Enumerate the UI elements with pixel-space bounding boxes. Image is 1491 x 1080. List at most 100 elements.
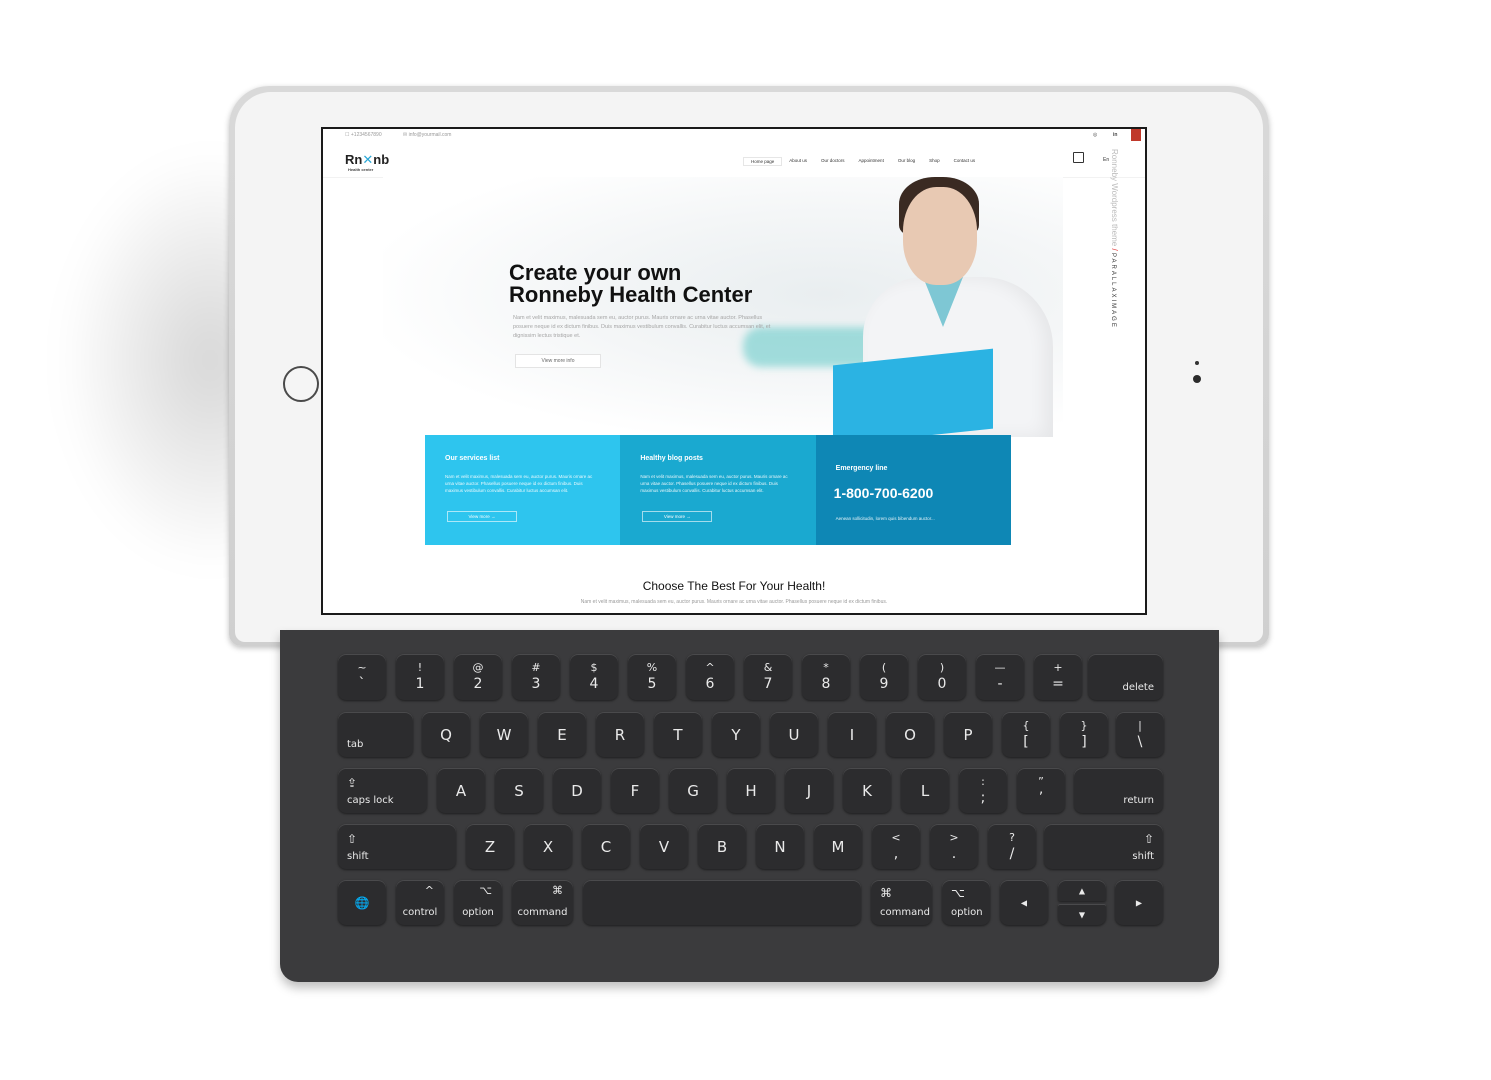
key-letter: H bbox=[745, 781, 757, 800]
key-letter: Y bbox=[731, 725, 741, 744]
dribbble-icon[interactable]: ◎ bbox=[1093, 132, 1097, 138]
key-z[interactable]: Z bbox=[466, 824, 514, 869]
key-n[interactable]: N bbox=[756, 824, 804, 869]
hero-description: Nam et velit maximus, malesuada sem eu, … bbox=[513, 315, 771, 339]
key-v[interactable]: V bbox=[640, 824, 688, 869]
key-k[interactable]: K bbox=[843, 768, 891, 813]
key-t[interactable]: T bbox=[654, 712, 702, 757]
key-s[interactable]: S bbox=[495, 768, 543, 813]
key-b[interactable]: B bbox=[698, 824, 746, 869]
key-close-bracket[interactable]: }] bbox=[1060, 712, 1108, 757]
site-logo[interactable]: Rn✕nb bbox=[345, 152, 389, 168]
key-arrow-down[interactable]: ▼ bbox=[1058, 904, 1106, 925]
nav-item-shop[interactable]: Shop bbox=[922, 157, 947, 166]
key-delete[interactable]: delete bbox=[1088, 654, 1163, 700]
key-open-bracket[interactable]: {[ bbox=[1002, 712, 1050, 757]
key-equals[interactable]: + = bbox=[1034, 654, 1082, 700]
key-6[interactable]: ^ 6 bbox=[686, 654, 734, 700]
key-arrow-left[interactable]: ◀ bbox=[1000, 880, 1048, 925]
blog-text: Nam et velit maximus, malesuada sem eu, … bbox=[640, 474, 788, 493]
key-return[interactable]: return bbox=[1074, 768, 1163, 813]
topbar-email[interactable]: ✉ info@yourmail.com bbox=[403, 132, 451, 138]
key-a[interactable]: A bbox=[437, 768, 485, 813]
key-u[interactable]: U bbox=[770, 712, 818, 757]
nav-item-blog[interactable]: Our blog bbox=[891, 157, 922, 166]
key-letter: C bbox=[600, 837, 612, 856]
key-o[interactable]: O bbox=[886, 712, 934, 757]
key-4[interactable]: $4 bbox=[570, 654, 618, 700]
linkedin-icon[interactable]: in bbox=[1113, 132, 1117, 138]
key-x[interactable]: X bbox=[524, 824, 572, 869]
key-m[interactable]: M bbox=[814, 824, 862, 869]
shift-icon: ⇧ bbox=[1143, 832, 1154, 846]
site-topbar: ☐ +1234567890 ✉ info@yourmail.com ◎ in v bbox=[323, 129, 1145, 143]
key-d[interactable]: D bbox=[553, 768, 601, 813]
key-j[interactable]: J bbox=[785, 768, 833, 813]
key-space[interactable] bbox=[583, 880, 861, 925]
emergency-phone[interactable]: 1-800-700-6200 bbox=[834, 485, 934, 501]
key-7[interactable]: & 7 bbox=[744, 654, 792, 700]
key-l[interactable]: L bbox=[901, 768, 949, 813]
camera-icon bbox=[1193, 375, 1201, 383]
nav-item-appointment[interactable]: Appointment bbox=[852, 157, 891, 166]
key-left-option[interactable]: ⌥ option bbox=[454, 880, 502, 925]
key-3[interactable]: #3 bbox=[512, 654, 560, 700]
key-c[interactable]: C bbox=[582, 824, 630, 869]
key-bottom: ] bbox=[1081, 734, 1087, 750]
emergency-box: Emergency line 1-800-700-6200 Aenean sol… bbox=[815, 435, 1011, 545]
key-q[interactable]: Q bbox=[422, 712, 470, 757]
key-letter: U bbox=[788, 725, 800, 744]
key-right-shift[interactable]: ⇧ shift bbox=[1044, 824, 1163, 869]
key-minus[interactable]: — - bbox=[976, 654, 1024, 700]
key-5[interactable]: % 5 bbox=[628, 654, 676, 700]
key-arrow-up[interactable]: ▲ bbox=[1058, 880, 1106, 901]
key-p[interactable]: P bbox=[944, 712, 992, 757]
key-tab[interactable]: tab bbox=[338, 712, 413, 757]
services-view-more-button[interactable]: View more → bbox=[447, 511, 517, 522]
key-caps-lock[interactable]: ⇪ caps lock bbox=[338, 768, 427, 813]
key-2[interactable]: @2 bbox=[454, 654, 502, 700]
nav-item-about[interactable]: About us bbox=[782, 157, 814, 166]
key-left-command[interactable]: ⌘ command bbox=[512, 880, 573, 925]
topbar-phone[interactable]: ☐ +1234567890 bbox=[345, 132, 382, 138]
key-backtick[interactable]: ~ ` bbox=[338, 654, 386, 700]
key-letter: V bbox=[658, 837, 670, 856]
hero-title-line1: Create your own bbox=[509, 260, 682, 285]
key-globe[interactable]: 🌐 bbox=[338, 880, 386, 925]
key-right-option[interactable]: ⌥ option bbox=[942, 880, 990, 925]
key-0[interactable]: ) 0 bbox=[918, 654, 966, 700]
nav-item-contact[interactable]: Contact us bbox=[947, 157, 983, 166]
key-9[interactable]: (9 bbox=[860, 654, 908, 700]
key-f[interactable]: F bbox=[611, 768, 659, 813]
view-more-info-button[interactable]: View more info bbox=[515, 354, 601, 368]
command-icon: ⌘ bbox=[880, 886, 892, 900]
home-button[interactable] bbox=[283, 366, 319, 402]
key-quote[interactable]: ”’ bbox=[1017, 768, 1065, 813]
key-g[interactable]: G bbox=[669, 768, 717, 813]
key-i[interactable]: I bbox=[828, 712, 876, 757]
key-top: # bbox=[531, 661, 541, 674]
key-1[interactable]: ! 1 bbox=[396, 654, 444, 700]
key-e[interactable]: E bbox=[538, 712, 586, 757]
blog-view-more-button[interactable]: View more → bbox=[642, 511, 713, 522]
key-control[interactable]: ^ control bbox=[396, 880, 444, 925]
key-period[interactable]: >. bbox=[930, 824, 978, 869]
key-y[interactable]: Y bbox=[712, 712, 760, 757]
key-8[interactable]: * 8 bbox=[802, 654, 850, 700]
language-switch[interactable]: En bbox=[1103, 157, 1109, 163]
key-backslash[interactable]: | \ bbox=[1116, 712, 1164, 757]
key-comma[interactable]: <, bbox=[872, 824, 920, 869]
key-semicolon[interactable]: :; bbox=[959, 768, 1007, 813]
key-r[interactable]: R bbox=[596, 712, 644, 757]
key-h[interactable]: H bbox=[727, 768, 775, 813]
nav-item-home[interactable]: Home page bbox=[743, 157, 783, 166]
cart-icon[interactable] bbox=[1073, 152, 1084, 163]
key-bottom: ` bbox=[358, 676, 366, 692]
key-w[interactable]: W bbox=[480, 712, 528, 757]
key-right-command[interactable]: ⌘ command bbox=[871, 880, 932, 925]
key-arrow-right[interactable]: ▶ bbox=[1115, 880, 1163, 925]
key-left-shift[interactable]: ⇧ shift bbox=[338, 824, 456, 869]
nav-item-doctors[interactable]: Our doctors bbox=[814, 157, 852, 166]
key-slash[interactable]: ? / bbox=[988, 824, 1036, 869]
key-top: ( bbox=[881, 661, 887, 674]
